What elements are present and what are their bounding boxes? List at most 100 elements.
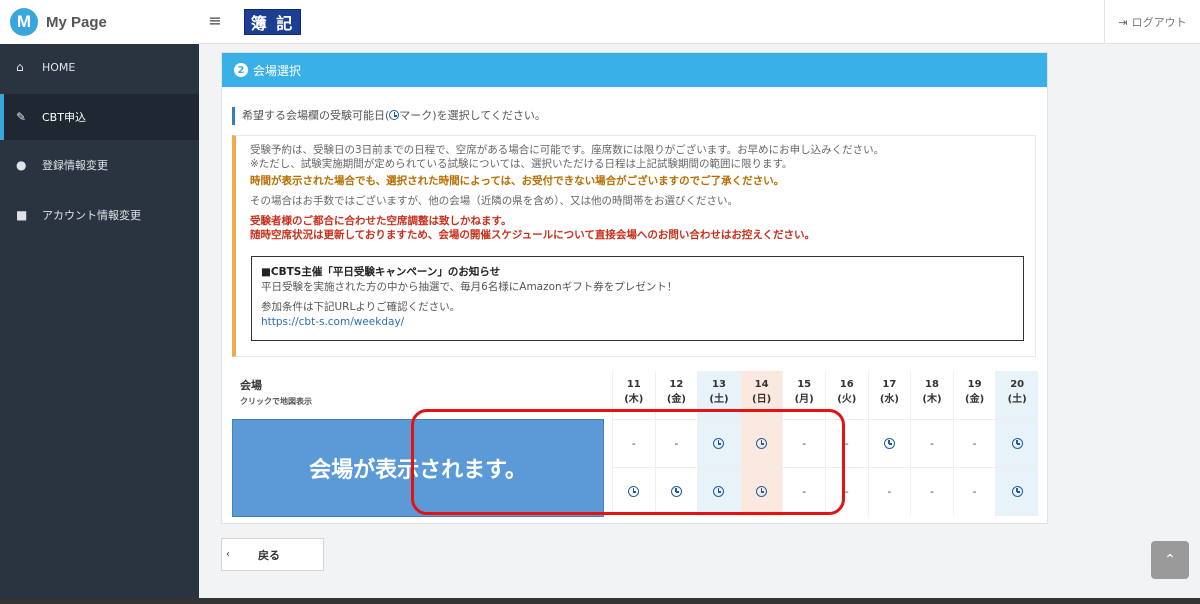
day-column: 17 (水) - — [867, 371, 911, 516]
day-date: 19 — [967, 379, 982, 390]
back-button[interactable]: ‹ 戻る — [221, 538, 324, 571]
clock-icon — [1011, 486, 1023, 497]
day-header: 16 (火) — [826, 371, 868, 419]
panel-header: 2 会場選択 — [222, 53, 1047, 87]
day-header: 12 (金) — [656, 371, 698, 419]
campaign-text: 参加条件は下記URLよりご確認ください。 — [261, 301, 461, 313]
clock-icon — [883, 438, 895, 449]
day-date: 18 — [925, 379, 939, 390]
day-weekday: (土) — [1007, 394, 1027, 405]
unavailable-slot: - — [613, 419, 655, 467]
day-weekday: (土) — [709, 394, 729, 405]
day-weekday: (木) — [922, 394, 942, 405]
available-slot[interactable] — [868, 419, 911, 467]
sidebar-item-label: 登録情報変更 — [42, 159, 108, 172]
day-date: 14 — [754, 379, 769, 390]
day-weekday: (木) — [624, 394, 644, 405]
brand-name: My Page — [46, 13, 107, 31]
day-column: 13 (土) — [697, 371, 740, 516]
hamburger-icon[interactable]: ≡ — [205, 10, 225, 32]
campaign-text: 平日受験を実施された方の中から抽選で、毎月6名様にAmazonギフト券をプレゼン… — [261, 281, 678, 293]
notice-line: 受験予約は、受験日の3日前までの日程で、空席がある場合に可能です。座席数には限り… — [250, 144, 885, 156]
step-number: 2 — [234, 63, 248, 77]
clock-icon — [389, 110, 400, 120]
day-weekday: (金) — [666, 394, 686, 405]
campaign-title: ■CBTS主催「平日受験キャンペーン」のお知らせ — [261, 266, 501, 278]
sidebar-item-account[interactable]: ■ アカウント情報変更 — [0, 192, 199, 238]
chevron-left-icon: ‹ — [226, 549, 230, 560]
notice-line: ※ただし、試験実施期間が定められている試験については、選択いただける日程は上記試… — [250, 158, 793, 170]
schedule-table: 会場 クリックで地図表示 会場が表示されます。 11 (木) - 12 (金) - 13 (土… — [232, 371, 1038, 517]
clock-icon — [756, 438, 768, 449]
scroll-to-top-button[interactable]: ⌃ — [1151, 541, 1189, 579]
brand-logo-icon: M — [10, 8, 38, 36]
available-slot[interactable] — [740, 467, 783, 515]
clock-icon — [756, 486, 768, 497]
available-slot[interactable] — [740, 419, 783, 467]
sidebar-item-label: アカウント情報変更 — [42, 209, 141, 222]
notice-alert: 随時空席状況は更新しておりますため、会場の開催スケジュールについて直接会場へのお… — [250, 229, 816, 241]
back-label: 戻る — [258, 548, 280, 562]
venue-cell[interactable]: 会場が表示されます。 — [232, 419, 604, 517]
campaign-box: ■CBTS主催「平日受験キャンペーン」のお知らせ 平日受験を実施された方の中から… — [251, 256, 1024, 341]
clock-icon — [713, 486, 725, 497]
unavailable-slot: - — [783, 419, 825, 467]
day-column: 11 (木) - — [612, 371, 655, 516]
day-column: 19 (金) - - — [952, 371, 996, 516]
panel-title: 会場選択 — [253, 63, 302, 78]
unavailable-slot: - — [826, 467, 868, 515]
day-column: 15 (月) - - — [782, 371, 825, 516]
lead-text: 希望する会場欄の受験可能日(マーク)を選択してください。 — [232, 107, 546, 125]
day-weekday: (火) — [837, 394, 857, 405]
available-slot[interactable] — [698, 467, 740, 515]
unavailable-slot: - — [911, 467, 953, 515]
logout-label: ログアウト — [1131, 16, 1187, 29]
campaign-link[interactable]: https://cbt-s.com/weekday/ — [261, 315, 1014, 330]
day-date: 12 — [669, 379, 684, 390]
available-slot[interactable] — [655, 467, 698, 515]
day-header: 17 (水) — [869, 371, 911, 419]
home-icon: ⌂ — [16, 60, 24, 74]
bottom-edge — [0, 598, 1200, 604]
brand[interactable]: M My Page — [0, 0, 199, 44]
day-header: 13 (土) — [698, 371, 740, 419]
unavailable-slot: - — [783, 467, 825, 515]
day-header: 14 (日) — [741, 371, 783, 419]
day-column: 18 (木) - - — [910, 371, 953, 516]
day-weekday: (日) — [752, 394, 772, 405]
top-bar: M My Page ≡ 簿 記 ⇥ ログアウト — [0, 0, 1200, 44]
venue-select-panel: 2 会場選択 希望する会場欄の受験可能日(マーク)を選択してください。 受験予約… — [221, 52, 1048, 524]
notice-alert: 受験者様のご都合に合わせた空席調整は致しかねます。 — [250, 215, 512, 227]
day-header: 20 (土) — [996, 371, 1038, 419]
sidebar-item-registration[interactable]: ● 登録情報変更 — [0, 142, 199, 188]
day-columns: 11 (木) -12 (金) -13 (土) 14 (日) 15 (月) - -16 (火) - -17 (水… — [612, 371, 1038, 516]
unavailable-slot: - — [953, 419, 996, 467]
venue-sub-label: クリックで地図表示 — [240, 397, 312, 406]
notice-line: その場合はお手数ではございますが、他の会場（近隣の県を含め）、又は他の時間帯をお… — [250, 195, 739, 207]
available-slot[interactable] — [698, 419, 740, 467]
day-column: 20 (土) — [995, 371, 1038, 516]
unavailable-slot: - — [911, 419, 953, 467]
available-slot[interactable] — [613, 467, 655, 515]
sidebar: ⌂ HOME ✎ CBT申込 ● 登録情報変更 ■ アカウント情報変更 — [0, 44, 199, 604]
available-slot[interactable] — [996, 419, 1038, 467]
venue-label: 会場 — [240, 379, 262, 392]
user-icon: ● — [16, 158, 27, 172]
notice-warning: 時間が表示された場合でも、選択された時間によっては、お受付できない場合がございま… — [250, 175, 785, 187]
sign-out-icon: ⇥ — [1118, 15, 1128, 29]
available-slot[interactable] — [996, 467, 1038, 515]
day-column: 16 (火) - - — [825, 371, 868, 516]
unavailable-slot: - — [655, 419, 698, 467]
day-date: 13 — [712, 379, 726, 390]
sidebar-item-cbt-apply[interactable]: ✎ CBT申込 — [0, 94, 199, 140]
unavailable-slot: - — [953, 467, 996, 515]
day-weekday: (水) — [879, 394, 899, 405]
sidebar-item-home[interactable]: ⌂ HOME — [0, 44, 199, 90]
logout-button[interactable]: ⇥ ログアウト — [1104, 0, 1200, 44]
sidebar-item-label: HOME — [42, 60, 76, 74]
day-column: 12 (金) - — [654, 371, 698, 516]
day-header: 11 (木) — [613, 371, 655, 419]
notice-box: 受験予約は、受験日の3日前までの日程で、空席がある場合に可能です。座席数には限り… — [232, 135, 1036, 357]
day-column: 14 (日) — [739, 371, 783, 516]
day-weekday: (月) — [794, 394, 814, 405]
